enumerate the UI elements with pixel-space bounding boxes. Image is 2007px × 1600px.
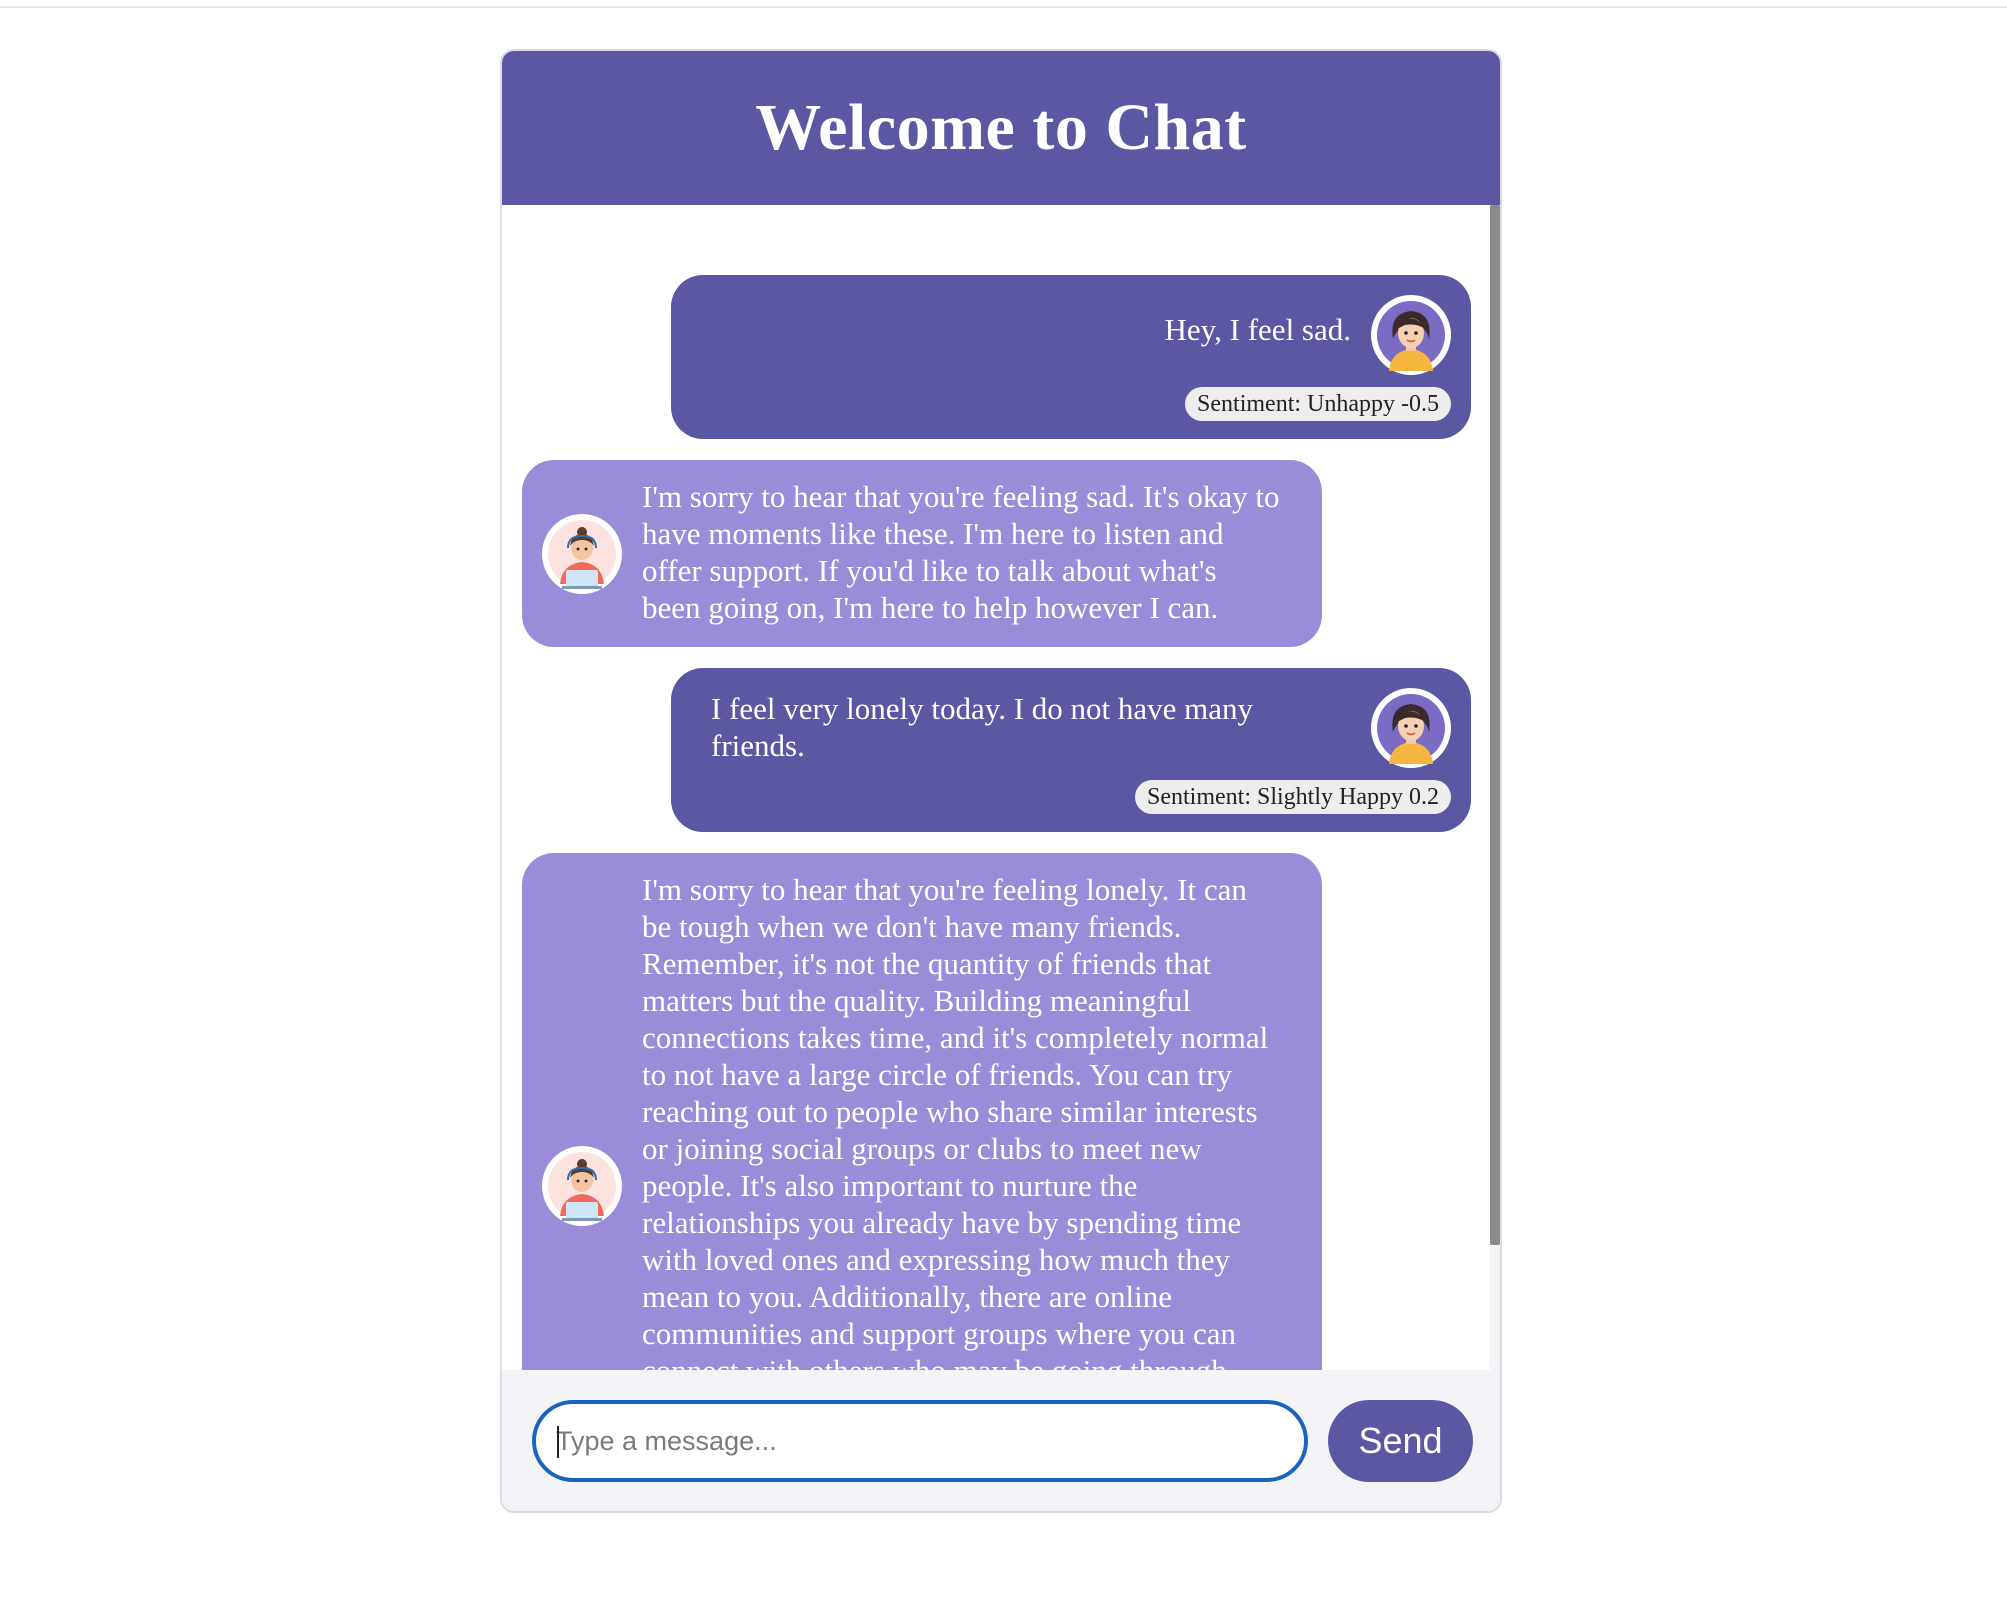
message-input[interactable] xyxy=(532,1400,1308,1482)
user-message: Hey, I feel sad. Sentiment: Unhappy -0.5 xyxy=(671,275,1471,439)
message-text: I'm sorry to hear that you're feeling lo… xyxy=(642,872,1269,1422)
top-divider xyxy=(0,6,2007,8)
text-caret xyxy=(557,1426,559,1458)
user-woman-avatar-icon xyxy=(1371,295,1451,375)
scrollbar-track[interactable] xyxy=(1490,205,1500,1422)
chat-window: Welcome to Chat Hey, I feel sad. Sentime… xyxy=(500,49,1502,1513)
message-text: I feel very lonely today. I do not have … xyxy=(711,691,1254,763)
message-text: I'm sorry to hear that you're feeling sa… xyxy=(642,479,1280,625)
scrollbar-thumb[interactable] xyxy=(1490,205,1500,1245)
message-list[interactable]: Hey, I feel sad. Sentiment: Unhappy -0.5 xyxy=(502,205,1500,1422)
user-message: I feel very lonely today. I do not have … xyxy=(671,668,1471,832)
bot-assistant-avatar-icon xyxy=(542,514,622,594)
message-text: Hey, I feel sad. xyxy=(1164,312,1351,347)
sentiment-badge: Sentiment: Slightly Happy 0.2 xyxy=(1135,780,1451,814)
user-woman-avatar-icon xyxy=(1371,688,1451,768)
send-button[interactable]: Send xyxy=(1328,1400,1473,1482)
composer-bar: Send xyxy=(502,1370,1500,1511)
bot-message: I'm sorry to hear that you're feeling lo… xyxy=(522,853,1322,1422)
sentiment-badge: Sentiment: Unhappy -0.5 xyxy=(1185,387,1451,421)
bot-message: I'm sorry to hear that you're feeling sa… xyxy=(522,460,1322,647)
chat-title: Welcome to Chat xyxy=(755,91,1247,164)
chat-header: Welcome to Chat xyxy=(502,51,1500,205)
bot-assistant-avatar-icon xyxy=(542,1146,622,1226)
